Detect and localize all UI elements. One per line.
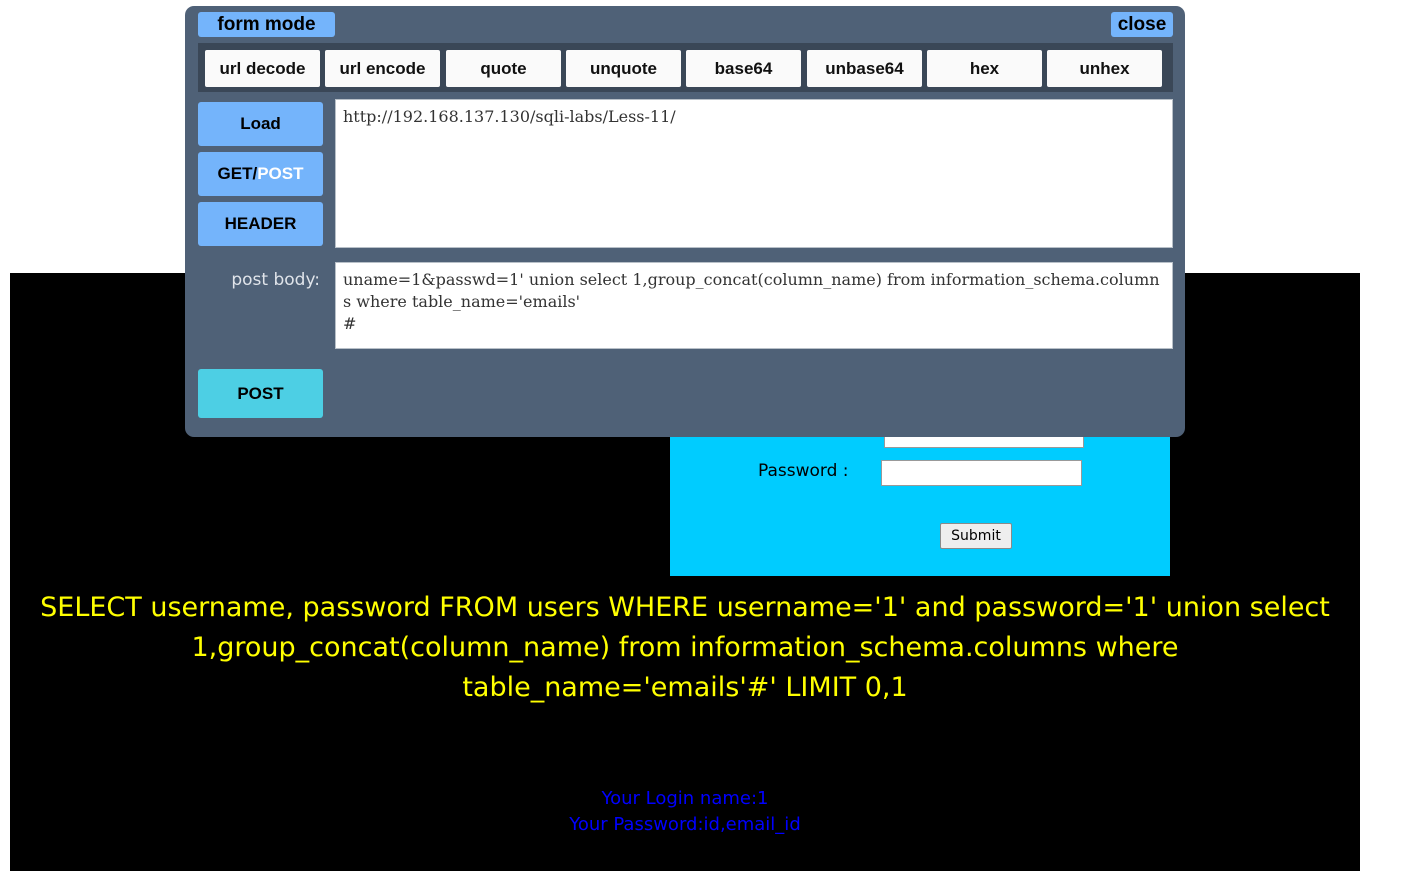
unbase64-button[interactable]: unbase64 [807, 50, 922, 87]
password-field[interactable] [881, 460, 1082, 486]
unhex-button[interactable]: unhex [1047, 50, 1162, 87]
get-label: GET/ [217, 164, 258, 183]
login-name-result: Your Login name:1 [601, 788, 769, 809]
sql-query-output: SELECT username, password FROM users WHE… [40, 592, 1330, 703]
post-body-input[interactable]: uname=1&passwd=1' union select 1,group_c… [335, 262, 1173, 349]
load-button[interactable]: Load [198, 102, 323, 146]
get-post-toggle[interactable]: GET/POST [198, 152, 323, 196]
url-encode-button[interactable]: url encode [325, 50, 440, 87]
header-button[interactable]: HEADER [198, 202, 323, 246]
post-label-active: POST [257, 164, 304, 183]
close-button[interactable]: close [1111, 12, 1173, 37]
post-submit-button[interactable]: POST [198, 369, 323, 418]
submit-button[interactable]: Submit [940, 523, 1012, 549]
unquote-button[interactable]: unquote [566, 50, 681, 87]
post-body-label: post body: [231, 270, 320, 290]
quote-button[interactable]: quote [446, 50, 561, 87]
password-label: Password : [758, 461, 849, 481]
url-input[interactable]: http://192.168.137.130/sqli-labs/Less-11… [335, 99, 1173, 248]
form-mode-button[interactable]: form mode [198, 12, 335, 37]
hex-button[interactable]: hex [927, 50, 1042, 87]
url-decode-button[interactable]: url decode [205, 50, 320, 87]
password-result: Your Password:id,email_id [569, 814, 801, 835]
base64-button[interactable]: base64 [686, 50, 801, 87]
